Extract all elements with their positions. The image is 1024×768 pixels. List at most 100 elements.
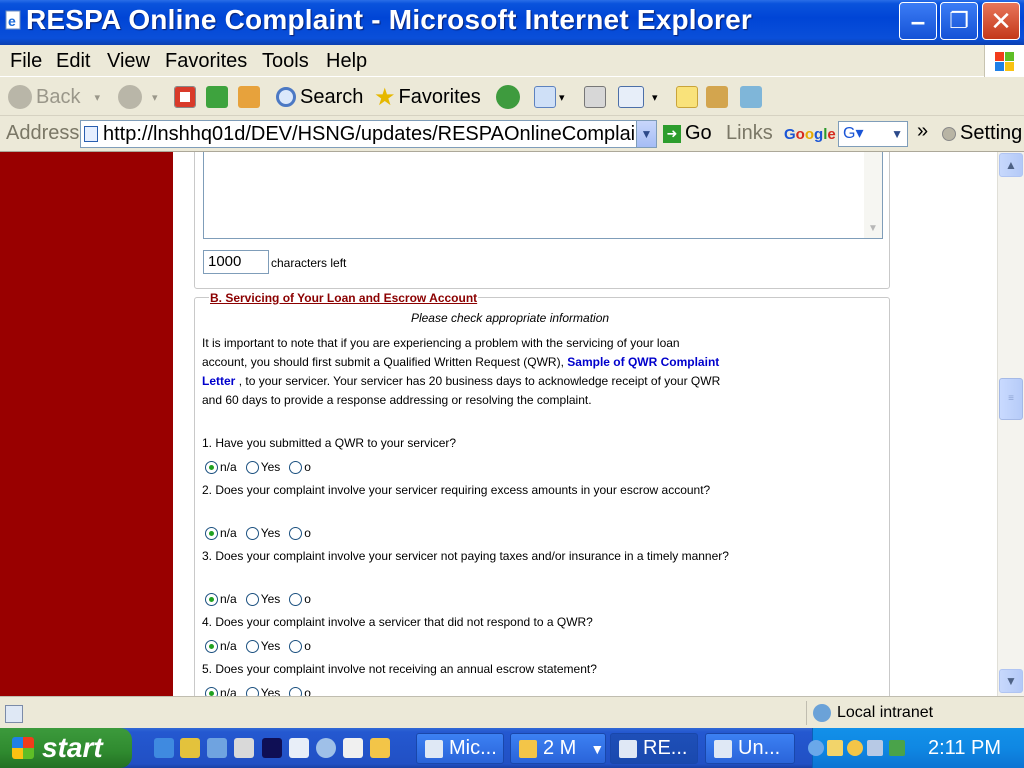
scroll-up-icon[interactable]: ▲ [999, 153, 1023, 177]
media-player-icon[interactable] [316, 738, 336, 758]
settings-button[interactable]: Setting [942, 122, 1022, 145]
menu-edit[interactable]: Edit [56, 50, 90, 73]
q1-option-yes[interactable]: Yes [245, 460, 280, 474]
home-icon [238, 86, 260, 108]
address-dropdown-icon[interactable]: ▼ [636, 121, 656, 147]
tray-expand-icon[interactable] [808, 740, 824, 756]
quicklaunch-icon[interactable] [289, 738, 309, 758]
research-button[interactable] [706, 82, 728, 112]
q2-option-yes[interactable]: Yes [245, 526, 280, 540]
calculator-icon[interactable] [234, 738, 254, 758]
search-button[interactable]: Search [276, 82, 363, 112]
favorites-label: Favorites [398, 85, 481, 108]
favorites-button[interactable]: ★ Favorites [374, 82, 481, 112]
q5-option-no[interactable]: o [289, 686, 311, 696]
radio-button[interactable] [205, 460, 218, 474]
menu-favorites[interactable]: Favorites [165, 50, 247, 73]
section-b-title: B. Servicing of Your Loan and Escrow Acc… [209, 291, 479, 305]
radio-button[interactable] [205, 639, 218, 653]
stop-button[interactable] [174, 82, 196, 112]
q3-option-na[interactable]: n/a [205, 592, 237, 606]
radio-button[interactable] [245, 686, 259, 696]
task-mic[interactable]: Mic... [416, 733, 504, 764]
refresh-button[interactable] [206, 82, 228, 112]
radio-button[interactable] [245, 460, 259, 474]
textarea-scroll-down-icon[interactable]: ▼ [865, 221, 881, 237]
google-search-box[interactable]: G▾ ▼ [838, 121, 908, 147]
links-button[interactable]: Links [726, 122, 773, 145]
q3-option-no[interactable]: o [289, 592, 311, 606]
scroll-thumb[interactable]: ≡ [999, 378, 1023, 420]
toolbar-overflow-chevron-icon[interactable]: » [917, 120, 928, 143]
messenger-button[interactable] [740, 82, 762, 112]
discuss-button[interactable] [676, 82, 698, 112]
radio-button[interactable] [289, 639, 303, 653]
scroll-down-icon[interactable]: ▼ [999, 669, 1023, 693]
q5-option-na[interactable]: n/a [205, 686, 237, 696]
page-scrollbar[interactable]: ▲ ≡ ▼ [997, 152, 1024, 696]
network-tray-icon[interactable] [867, 740, 883, 756]
window-icon[interactable] [343, 738, 363, 758]
radio-button[interactable] [205, 526, 218, 540]
left-sidebar [0, 152, 173, 696]
mail-button[interactable]: ▾ [534, 82, 565, 112]
forward-button[interactable]: ▾ [118, 82, 158, 112]
q2-option-no[interactable]: o [289, 526, 311, 540]
start-button[interactable]: start [0, 728, 132, 768]
complaint-textarea[interactable]: ▼ [203, 152, 883, 239]
security-tray-icon[interactable] [889, 740, 905, 756]
star-icon: ★ [374, 83, 396, 111]
minimize-button[interactable]: – [899, 2, 937, 40]
task-un[interactable]: Un... [705, 733, 795, 764]
q2-option-na[interactable]: n/a [205, 526, 237, 540]
radio-button[interactable] [245, 639, 259, 653]
google-dropdown-icon[interactable]: ▼ [891, 122, 903, 146]
menu-help[interactable]: Help [326, 50, 367, 73]
windows-flag-icon [12, 737, 34, 759]
textarea-scrollbar[interactable]: ▼ [864, 152, 882, 238]
menu-file[interactable]: File [10, 50, 42, 73]
task-re[interactable]: RE... [610, 733, 698, 764]
q1-option-no[interactable]: o [289, 460, 311, 474]
radio-button[interactable] [205, 592, 218, 606]
back-button[interactable]: Back ▾ [8, 82, 100, 112]
clock-tray-icon[interactable] [847, 740, 863, 756]
edit-button[interactable]: ▾ [618, 82, 658, 112]
radio-button[interactable] [289, 526, 303, 540]
radio-button[interactable] [289, 592, 303, 606]
radio-button[interactable] [245, 592, 259, 606]
radio-button[interactable] [205, 686, 218, 696]
page-icon [84, 126, 98, 142]
q5-option-yes[interactable]: Yes [245, 686, 280, 696]
folder-icon[interactable] [370, 738, 390, 758]
address-input[interactable]: http://lnshhq01d/DEV/HSNG/updates/RESPAO… [80, 120, 657, 148]
q4-option-na[interactable]: n/a [205, 639, 237, 653]
task-2m[interactable]: 2 M ▼ [510, 733, 606, 764]
radio-button[interactable] [245, 526, 259, 540]
task-icon [425, 739, 443, 758]
q4-option-yes[interactable]: Yes [245, 639, 280, 653]
q4-option-no[interactable]: o [289, 639, 311, 653]
maximize-button[interactable]: ❐ [940, 2, 978, 40]
history-button[interactable] [496, 82, 524, 112]
quicklaunch-icon[interactable] [207, 738, 227, 758]
quicklaunch-icon[interactable] [180, 738, 200, 758]
home-button[interactable] [238, 82, 260, 112]
back-dropdown-icon[interactable]: ▾ [94, 91, 100, 104]
menu-tools[interactable]: Tools [262, 50, 309, 73]
notes-icon[interactable] [262, 738, 282, 758]
forward-dropdown-icon[interactable]: ▾ [152, 91, 158, 104]
go-button[interactable]: ➜ Go [663, 122, 712, 145]
question-3-options: n/a Yes o [205, 591, 320, 607]
close-button[interactable]: ✕ [982, 2, 1020, 40]
menu-view[interactable]: View [107, 50, 150, 73]
question-3: 3. Does your complaint involve your serv… [202, 549, 729, 563]
radio-button[interactable] [289, 686, 303, 696]
print-button[interactable] [584, 82, 606, 112]
address-url[interactable]: http://lnshhq01d/DEV/HSNG/updates/RESPAO… [103, 123, 635, 146]
q3-option-yes[interactable]: Yes [245, 592, 280, 606]
radio-button[interactable] [289, 460, 303, 474]
mail-tray-icon[interactable] [827, 740, 843, 756]
ie-quicklaunch-icon[interactable] [154, 738, 174, 758]
q1-option-na[interactable]: n/a [205, 460, 237, 474]
